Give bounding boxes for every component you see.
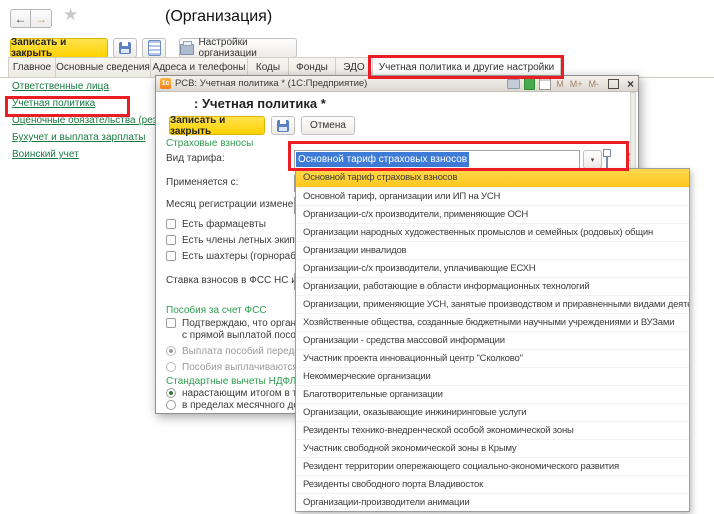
forward-button[interactable]: → (31, 9, 52, 28)
memory-m-button[interactable]: М (556, 79, 564, 89)
checkbox-row-pharmacists[interactable]: Есть фармацевты (166, 219, 266, 230)
tab-basic-info[interactable]: Основные сведения (56, 57, 151, 78)
checkbox-label: Есть фармацевты (182, 219, 266, 230)
printer-icon (180, 44, 194, 55)
dialog-title: РСВ: Учетная политика * (1С:Предприятие) (175, 78, 367, 89)
dropdown-item[interactable]: Некоммерческие организации (296, 367, 689, 385)
checkbox-label-line2: с прямой выплатой пособий (182, 330, 313, 341)
dialog-cancel-label: Отмена (310, 120, 346, 131)
floppy-save-icon (277, 120, 289, 132)
checkbox (166, 318, 176, 328)
tariff-type-combobox[interactable]: Основной тариф страховых взносов (294, 150, 580, 169)
dropdown-item[interactable]: Благотворительные организации (296, 385, 689, 403)
dropdown-item[interactable]: Организации, применяющие УСН, занятые пр… (296, 295, 689, 313)
dropdown-item[interactable]: Организации-с/х производители, уплачиваю… (296, 259, 689, 277)
print-icon[interactable] (507, 79, 520, 89)
maximize-icon[interactable] (608, 79, 619, 89)
dropdown-item[interactable]: Организации инвалидов (296, 241, 689, 259)
floppy-save-icon (119, 42, 131, 54)
registration-month-label: Месяц регистрации изменений: (166, 199, 313, 210)
dropdown-item[interactable]: Участник свободной экономической зоны в … (296, 439, 689, 457)
section-insurance-contributions: Страховые взносы (166, 138, 253, 149)
nav-button-group: ← → (10, 9, 52, 28)
org-settings-button[interactable]: Настройки организации (179, 38, 297, 58)
dropdown-item[interactable]: Резидент территории опережающего социаль… (296, 457, 689, 475)
dialog-titlebar[interactable]: 1с РСВ: Учетная политика * (1С:Предприят… (156, 76, 638, 92)
back-button[interactable]: ← (10, 9, 31, 28)
dialog-save-button[interactable] (271, 116, 295, 135)
list-icon (148, 40, 161, 56)
checkbox (166, 219, 176, 229)
calculator-icon[interactable] (524, 77, 535, 90)
dropdown-item[interactable]: Организации, оказывающие инжиниринговые … (296, 403, 689, 421)
memory-mminus-button[interactable]: М- (588, 79, 599, 89)
1c-logo-icon: 1с (160, 78, 171, 89)
close-icon[interactable]: × (627, 79, 634, 89)
save-button[interactable] (113, 38, 137, 58)
dialog-heading: : Учетная политика * (194, 96, 326, 111)
tab-main[interactable]: Главное (8, 57, 56, 78)
tariff-dropdown-list: Основной тариф страховых взносов Основно… (295, 168, 690, 512)
combobox-dropdown-button[interactable]: ▾ (583, 150, 602, 169)
dialog-save-and-close-label: Записать и закрыть (170, 115, 264, 137)
save-and-close-button[interactable]: Записать и закрыть (10, 38, 108, 58)
dropdown-item[interactable]: Организации-производители анимации (296, 493, 689, 511)
radio-button (166, 362, 176, 372)
favorite-star-icon[interactable]: ★ (63, 5, 78, 25)
tariff-type-value: Основной тариф страховых взносов (296, 152, 469, 167)
back-arrow-icon: ← (15, 12, 27, 26)
dialog-save-and-close-button[interactable]: Записать и закрыть (169, 116, 265, 135)
dropdown-item[interactable]: Резиденты свободного порта Владивосток (296, 475, 689, 493)
calendar-icon[interactable] (539, 77, 551, 90)
radio-button (166, 346, 176, 356)
forward-arrow-icon: → (35, 12, 47, 26)
tariff-type-label: Вид тарифа: (166, 153, 225, 164)
page-title: (Организация) (165, 8, 272, 26)
org-settings-label: Настройки организации (199, 37, 296, 59)
save-and-close-label: Записать и закрыть (11, 37, 107, 59)
chevron-down-icon: ▾ (591, 156, 595, 164)
radio-button (166, 388, 176, 398)
journal-button[interactable] (142, 38, 166, 58)
memory-mplus-button[interactable]: М+ (570, 79, 583, 89)
applies-from-label: Применяется с: (166, 177, 238, 188)
dropdown-item[interactable]: Организации, работающие в области информ… (296, 277, 689, 295)
dropdown-item[interactable]: Хозяйственные общества, созданные бюджет… (296, 313, 689, 331)
dialog-cancel-button[interactable]: Отмена (301, 116, 355, 135)
app-window: ← → ★ (Организация) Записать и закрыть Н… (0, 0, 714, 514)
section-fss-benefits: Пособия за счет ФСС (166, 305, 267, 316)
checkbox (166, 235, 176, 245)
dropdown-item[interactable]: Основной тариф страховых взносов (296, 169, 689, 187)
radio-button (166, 400, 176, 410)
checkbox (166, 251, 176, 261)
dropdown-item[interactable]: Организации - средства массовой информац… (296, 331, 689, 349)
dropdown-item[interactable]: Участник проекта инновационный центр "Ск… (296, 349, 689, 367)
dropdown-item[interactable]: Организации народных художественных пром… (296, 223, 689, 241)
dropdown-item[interactable]: Резиденты технико-внедренческой особой э… (296, 421, 689, 439)
dropdown-item[interactable]: Основной тариф, организации или ИП на УС… (296, 187, 689, 205)
dropdown-item[interactable]: Организации-с/х производители, применяющ… (296, 205, 689, 223)
